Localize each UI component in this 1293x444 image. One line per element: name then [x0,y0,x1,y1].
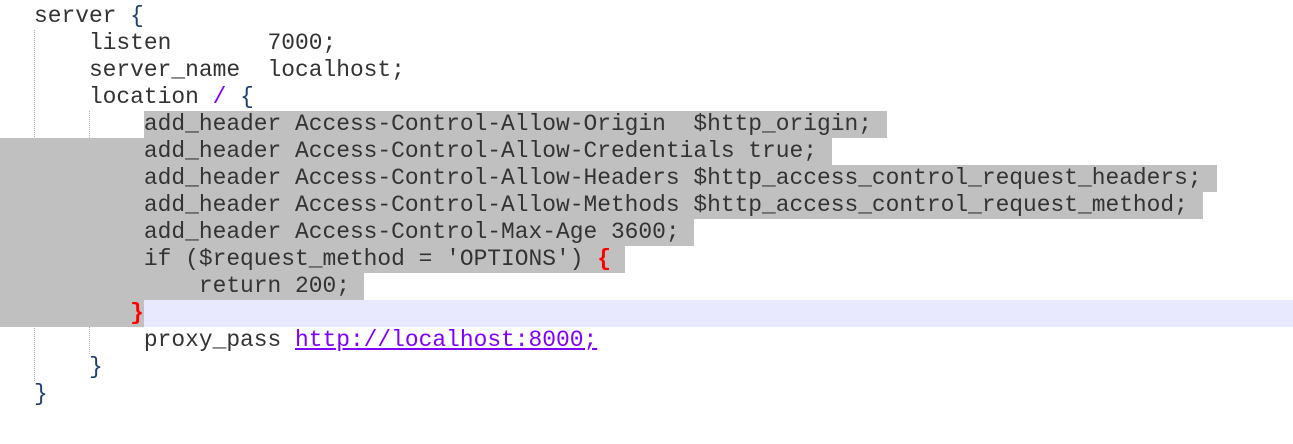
code-token: add_header Access-Control-Allow-Origin $… [34,111,872,137]
code-text: server_name localhost; [34,57,405,84]
code-token: add_header Access-Control-Allow-Credenti… [34,138,817,164]
matched-brace: } [130,300,144,326]
code-token: server [34,3,131,29]
code-editor[interactable]: server { listen 7000; server_name localh… [0,0,1293,444]
code-text: add_header Access-Control-Allow-Origin $… [34,111,872,138]
current-line-highlight [144,300,1293,327]
code-line[interactable]: add_header Access-Control-Allow-Origin $… [0,111,1293,138]
code-line[interactable]: return 200; [0,273,1293,300]
code-line[interactable]: } [0,300,1293,327]
code-text: add_header Access-Control-Max-Age 3600; [34,219,680,246]
code-line[interactable]: } [0,381,1293,408]
code-token: return 200; [34,273,350,299]
code-line[interactable]: add_header Access-Control-Allow-Methods … [0,192,1293,219]
operator: / [212,84,227,110]
code-line[interactable]: listen 7000; [0,30,1293,57]
code-line[interactable]: server_name localhost; [0,57,1293,84]
brace: } [88,354,103,380]
brace: } [34,381,48,407]
code-line[interactable]: add_header Access-Control-Max-Age 3600; [0,219,1293,246]
url-link[interactable]: http://localhost:8000; [295,327,597,353]
brace: { [130,3,144,29]
code-text: add_header Access-Control-Allow-Credenti… [34,138,817,165]
code-token: if ($request_method = 'OPTIONS') [34,246,598,272]
code-line[interactable]: server { [0,3,1293,30]
code-line[interactable]: location / { [0,84,1293,111]
code-line[interactable]: } [0,354,1293,381]
code-text: } [34,300,144,327]
code-line[interactable]: add_header Access-Control-Allow-Headers … [0,165,1293,192]
code-text: add_header Access-Control-Allow-Headers … [34,165,1202,192]
code-text: listen 7000; [34,30,336,57]
code-token: add_header Access-Control-Allow-Methods … [34,192,1188,218]
code-text: } [34,381,48,408]
code-token: listen 7000; [34,30,337,56]
code-line[interactable]: add_header Access-Control-Allow-Credenti… [0,138,1293,165]
code-text: } [34,354,103,381]
code-text: add_header Access-Control-Allow-Methods … [34,192,1188,219]
code-token: proxy_pass [34,327,295,353]
code-text: if ($request_method = 'OPTIONS') { [34,246,611,273]
code-line[interactable]: if ($request_method = 'OPTIONS') { [0,246,1293,273]
code-text: location / { [34,84,254,111]
code-token: add_header Access-Control-Allow-Headers … [34,165,1202,191]
code-token: location [34,84,213,110]
code-text: return 200; [34,273,350,300]
brace: { [240,84,254,110]
code-token: add_header Access-Control-Max-Age 3600; [34,219,680,245]
code-text: server { [34,3,144,30]
matched-brace: { [597,246,611,272]
code-line[interactable]: proxy_pass http://localhost:8000; [0,327,1293,354]
code-text: proxy_pass http://localhost:8000; [34,327,597,354]
code-token: server_name localhost; [34,57,405,83]
